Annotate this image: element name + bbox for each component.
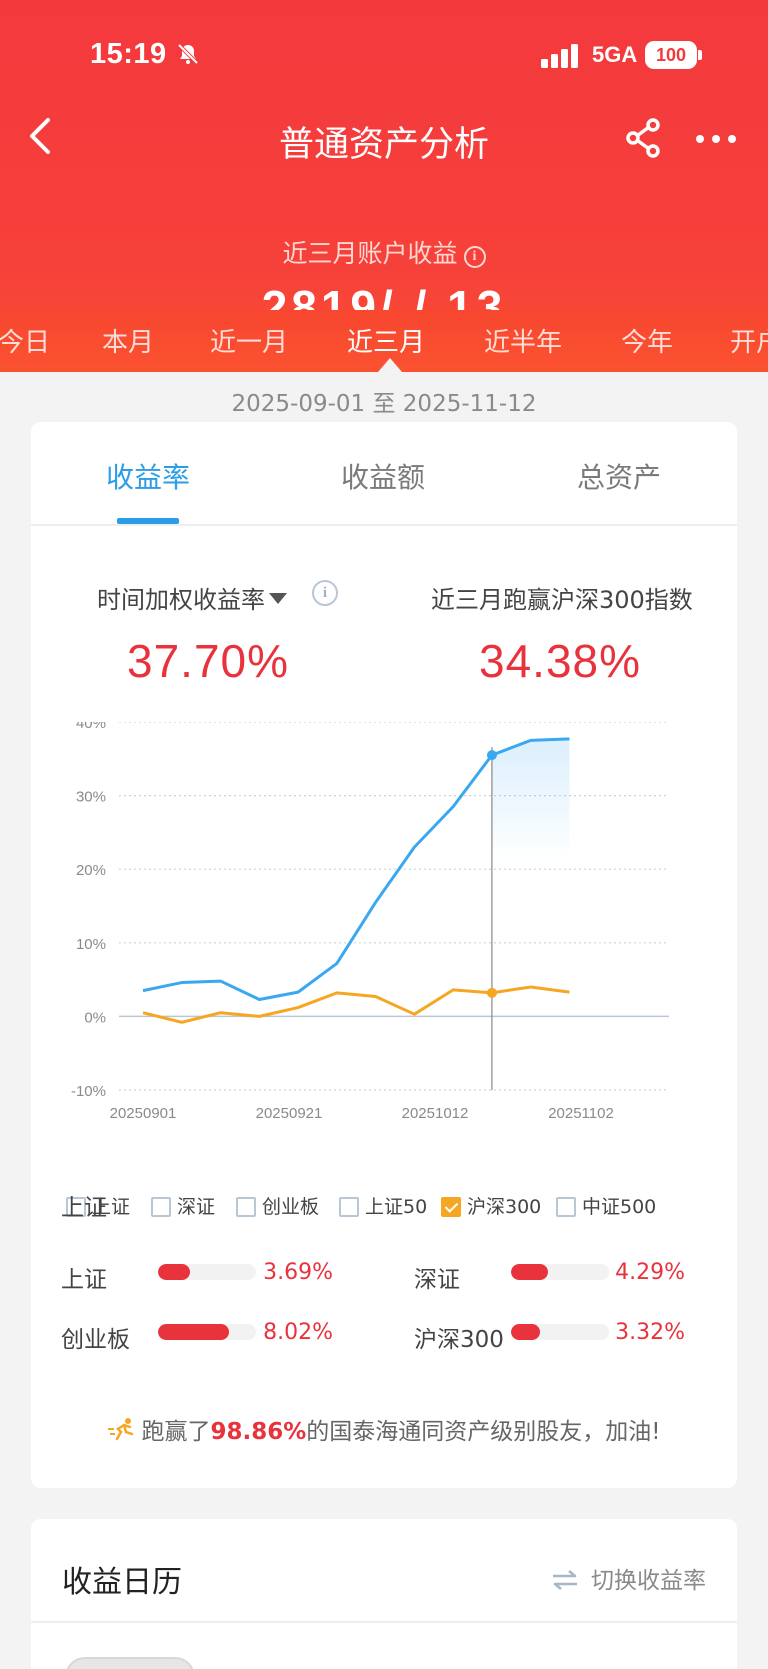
period-tab-6-months[interactable]: 近半年 — [484, 322, 562, 359]
active-period-caret — [378, 358, 402, 372]
index-bar-fill — [511, 1264, 549, 1280]
x-tick-label: 20250921 — [256, 1105, 323, 1122]
index-bar — [158, 1264, 256, 1280]
index-name: 沪深300 — [414, 1327, 504, 1353]
checkbox[interactable] — [556, 1197, 576, 1217]
index-bar — [158, 1324, 256, 1340]
y-tick-label: 30% — [76, 789, 106, 806]
checkbox[interactable] — [151, 1197, 171, 1217]
checkbox[interactable] — [339, 1197, 359, 1217]
index-bar-fill — [511, 1324, 541, 1340]
index-bar-fill — [158, 1264, 191, 1280]
series-area — [491, 738, 570, 862]
period-tab-ytd[interactable]: 今年 — [621, 322, 673, 359]
tab-total-assets[interactable]: 总资产 — [577, 456, 661, 496]
switch-return-rate-button[interactable]: 切换收益率 — [551, 1561, 706, 1595]
analysis-card: 收益率 收益额 总资产 时间加权收益率 i 近三月跑赢沪深300指数 37.70… — [31, 422, 737, 1488]
legend-csi500[interactable]: 中证500 — [556, 1192, 656, 1219]
info-icon[interactable]: i — [463, 246, 486, 268]
index-value: 8.02% — [263, 1320, 333, 1345]
tab-return-amount[interactable]: 收益额 — [341, 456, 425, 496]
bell-muted-icon — [177, 43, 199, 65]
index-value: 4.29% — [615, 1260, 685, 1285]
index-bar — [511, 1324, 609, 1340]
x-tick-label: 20250901 — [110, 1105, 177, 1122]
switch-label: 切换收益率 — [591, 1568, 706, 1594]
y-tick-label: 40% — [76, 722, 106, 732]
beat-ranking-text: 跑赢了98.86%的国泰海通同资产级别股友，加油! — [31, 1412, 737, 1446]
metric-tabs: 收益率 收益额 总资产 — [31, 422, 737, 526]
legend-shenzhen[interactable]: 深证 — [151, 1192, 215, 1219]
period-tab-today[interactable]: 今日 — [0, 322, 50, 359]
y-tick-label: -10% — [71, 1083, 106, 1100]
swap-icon — [553, 1570, 577, 1590]
period-tab-this-month[interactable]: 本月 — [102, 322, 154, 359]
tab-return-rate[interactable]: 收益率 — [106, 456, 190, 496]
period-tab-1-month[interactable]: 近一月 — [210, 322, 288, 359]
twr-value: 37.70% — [127, 635, 290, 687]
checkbox[interactable] — [236, 1197, 256, 1217]
divider — [31, 1621, 737, 1623]
runner-icon — [108, 1418, 134, 1441]
dropdown-triangle-icon — [269, 593, 287, 604]
period-tab-3-months[interactable]: 近三月 — [347, 322, 425, 359]
battery-icon: 100 — [645, 41, 697, 69]
index-bar — [511, 1264, 609, 1280]
twr-dropdown[interactable]: 时间加权收益率 — [97, 580, 287, 615]
legend-label: 沪深300 — [467, 1196, 542, 1218]
legend-sse50[interactable]: 上证50 — [339, 1192, 427, 1219]
legend-label: 上证50 — [365, 1196, 428, 1218]
beat-index-value: 34.38% — [479, 635, 642, 687]
date-range: 2025-09-01 至 2025-11-12 — [231, 391, 537, 417]
beat-percent: 98.86% — [210, 1419, 307, 1445]
status-time: 15:19 — [90, 38, 167, 70]
legend-label: 深证 — [177, 1196, 216, 1218]
twr-label: 时间加权收益率 — [97, 586, 265, 614]
index-name: 上证 — [61, 1195, 107, 1221]
y-tick-label: 10% — [76, 936, 106, 953]
index-bar-fill — [158, 1324, 229, 1340]
y-tick-label: 0% — [84, 1009, 106, 1026]
view-toggle[interactable] — [65, 1657, 195, 1669]
earnings-subtitle-text: 近三月账户收益 — [282, 239, 458, 268]
share-icon[interactable] — [622, 116, 666, 160]
earnings-subtitle: 近三月账户收益 i — [0, 234, 768, 270]
battery-tip — [698, 50, 702, 60]
beat-prefix: 跑赢了 — [141, 1419, 211, 1445]
index-value: 3.69% — [263, 1260, 333, 1285]
header: 15:19 5GA 100 普通资产分析 近三月账户收益 i 2819/ / 13… — [0, 0, 768, 372]
legend-label: 创业板 — [262, 1196, 320, 1218]
index-name: 创业板 — [61, 1327, 130, 1353]
crosshair-point — [486, 987, 497, 998]
x-tick-label: 20251102 — [548, 1105, 614, 1122]
active-tab-indicator — [117, 518, 179, 524]
return-line-chart[interactable]: 40% 30% 20% 10% 0% -10%20250901 20250921 202510… — [31, 722, 737, 1162]
beat-index-label: 近三月跑赢沪深300指数 — [431, 586, 693, 614]
network-label: 5GA — [592, 42, 638, 67]
checkbox-checked[interactable] — [441, 1197, 461, 1217]
period-tab-since-open[interactable]: 开户 — [730, 322, 768, 359]
x-tick-label: 20251012 — [402, 1105, 469, 1122]
crosshair-point — [486, 750, 497, 761]
legend-csi300[interactable]: 沪深300 — [441, 1192, 541, 1219]
signal-icon — [541, 44, 578, 68]
index-name: 上证 — [61, 1267, 107, 1293]
legend-chinext[interactable]: 创业板 — [236, 1192, 319, 1219]
more-icon[interactable] — [694, 124, 738, 154]
calendar-title: 收益日历 — [62, 1565, 182, 1600]
info-icon[interactable]: i — [312, 580, 338, 606]
earnings-calendar-card: 收益日历 切换收益率 — [31, 1519, 737, 1669]
index-value: 3.32% — [615, 1320, 685, 1345]
y-tick-label: 20% — [76, 862, 106, 879]
index-name: 深证 — [414, 1267, 460, 1293]
beat-suffix: 的国泰海通同资产级别股友，加油! — [306, 1419, 661, 1445]
legend-label: 中证500 — [582, 1196, 657, 1218]
battery-level: 100 — [655, 45, 687, 65]
